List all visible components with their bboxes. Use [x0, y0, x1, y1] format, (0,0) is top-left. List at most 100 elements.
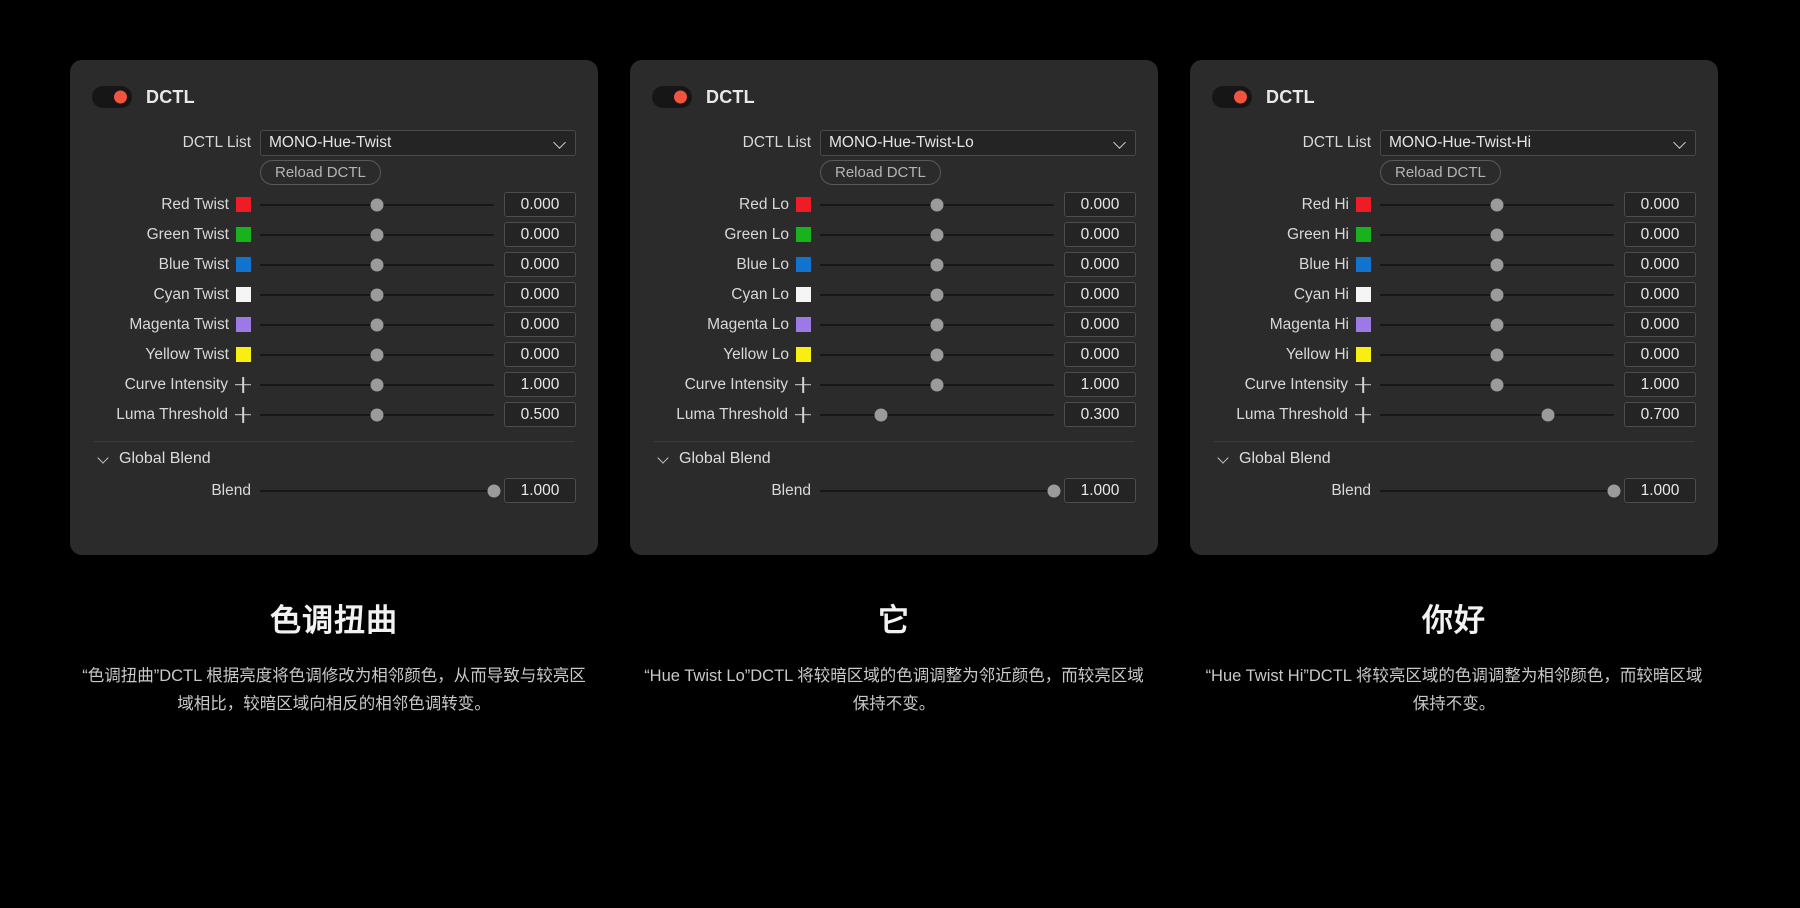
slider-thumb[interactable] — [930, 198, 944, 211]
slider-thumb[interactable] — [930, 288, 944, 301]
dctl-enable-toggle[interactable] — [1212, 86, 1252, 108]
color-swatch-icon[interactable] — [1356, 257, 1371, 272]
parameter-value-field[interactable]: 0.000 — [504, 282, 576, 307]
parameter-value-field[interactable]: 0.000 — [1064, 282, 1136, 307]
blend-value-field[interactable]: 1.000 — [1624, 478, 1696, 503]
keyframe-plus-icon[interactable] — [235, 407, 251, 423]
slider-thumb[interactable] — [930, 348, 944, 361]
slider-thumb[interactable] — [1490, 228, 1504, 241]
parameter-value-field[interactable]: 0.300 — [1064, 402, 1136, 427]
slider-thumb[interactable] — [370, 198, 384, 211]
parameter-slider[interactable] — [260, 403, 494, 427]
parameter-value-field[interactable]: 0.000 — [504, 192, 576, 217]
dctl-enable-toggle[interactable] — [652, 86, 692, 108]
color-swatch-icon[interactable] — [236, 287, 251, 302]
parameter-slider[interactable] — [1380, 253, 1614, 277]
parameter-slider[interactable] — [820, 343, 1054, 367]
parameter-slider[interactable] — [260, 313, 494, 337]
slider-thumb[interactable] — [930, 318, 944, 331]
blend-value-field[interactable]: 1.000 — [1064, 478, 1136, 503]
slider-thumb[interactable] — [1490, 258, 1504, 271]
parameter-slider[interactable] — [1380, 193, 1614, 217]
blend-slider[interactable] — [1380, 479, 1621, 503]
parameter-value-field[interactable]: 0.000 — [1624, 192, 1696, 217]
dctl-list-dropdown[interactable]: MONO-Hue-Twist-Hi — [1380, 129, 1696, 156]
parameter-slider[interactable] — [820, 193, 1054, 217]
parameter-value-field[interactable]: 0.000 — [504, 312, 576, 337]
slider-thumb[interactable] — [930, 228, 944, 241]
slider-thumb[interactable] — [1490, 318, 1504, 331]
parameter-slider[interactable] — [260, 283, 494, 307]
parameter-value-field[interactable]: 0.000 — [1064, 312, 1136, 337]
slider-thumb[interactable] — [1607, 484, 1621, 497]
keyframe-plus-icon[interactable] — [1355, 407, 1371, 423]
parameter-value-field[interactable]: 0.700 — [1624, 402, 1696, 427]
parameter-value-field[interactable]: 1.000 — [1624, 372, 1696, 397]
slider-thumb[interactable] — [370, 288, 384, 301]
parameter-slider[interactable] — [260, 343, 494, 367]
reload-dctl-button[interactable]: Reload DCTL — [260, 160, 381, 185]
parameter-slider[interactable] — [820, 283, 1054, 307]
keyframe-plus-icon[interactable] — [795, 407, 811, 423]
parameter-value-field[interactable]: 0.500 — [504, 402, 576, 427]
parameter-slider[interactable] — [1380, 403, 1614, 427]
global-blend-section-header[interactable]: Global Blend — [1212, 442, 1696, 476]
blend-slider[interactable] — [260, 479, 501, 503]
slider-thumb[interactable] — [1490, 288, 1504, 301]
slider-thumb[interactable] — [1490, 198, 1504, 211]
keyframe-plus-icon[interactable] — [1355, 377, 1371, 393]
slider-thumb[interactable] — [370, 318, 384, 331]
parameter-value-field[interactable]: 0.000 — [1624, 252, 1696, 277]
parameter-slider[interactable] — [820, 373, 1054, 397]
slider-thumb[interactable] — [1490, 378, 1504, 391]
color-swatch-icon[interactable] — [1356, 317, 1371, 332]
global-blend-section-header[interactable]: Global Blend — [652, 442, 1136, 476]
parameter-value-field[interactable]: 0.000 — [1064, 252, 1136, 277]
slider-thumb[interactable] — [930, 378, 944, 391]
slider-thumb[interactable] — [370, 378, 384, 391]
parameter-slider[interactable] — [820, 313, 1054, 337]
slider-thumb[interactable] — [487, 484, 501, 497]
parameter-slider[interactable] — [820, 403, 1054, 427]
slider-thumb[interactable] — [1047, 484, 1061, 497]
color-swatch-icon[interactable] — [236, 317, 251, 332]
parameter-slider[interactable] — [260, 253, 494, 277]
color-swatch-icon[interactable] — [796, 347, 811, 362]
color-swatch-icon[interactable] — [796, 197, 811, 212]
slider-thumb[interactable] — [874, 408, 888, 421]
parameter-value-field[interactable]: 0.000 — [1624, 282, 1696, 307]
color-swatch-icon[interactable] — [236, 257, 251, 272]
parameter-value-field[interactable]: 0.000 — [1064, 222, 1136, 247]
slider-thumb[interactable] — [370, 408, 384, 421]
color-swatch-icon[interactable] — [1356, 227, 1371, 242]
parameter-slider[interactable] — [1380, 343, 1614, 367]
color-swatch-icon[interactable] — [236, 227, 251, 242]
slider-thumb[interactable] — [370, 348, 384, 361]
color-swatch-icon[interactable] — [1356, 287, 1371, 302]
parameter-slider[interactable] — [260, 373, 494, 397]
parameter-slider[interactable] — [1380, 313, 1614, 337]
parameter-value-field[interactable]: 0.000 — [504, 252, 576, 277]
parameter-slider[interactable] — [1380, 223, 1614, 247]
parameter-value-field[interactable]: 1.000 — [504, 372, 576, 397]
color-swatch-icon[interactable] — [236, 347, 251, 362]
color-swatch-icon[interactable] — [796, 257, 811, 272]
parameter-value-field[interactable]: 0.000 — [1064, 342, 1136, 367]
blend-value-field[interactable]: 1.000 — [504, 478, 576, 503]
reload-dctl-button[interactable]: Reload DCTL — [820, 160, 941, 185]
parameter-slider[interactable] — [1380, 283, 1614, 307]
color-swatch-icon[interactable] — [796, 287, 811, 302]
parameter-slider[interactable] — [820, 223, 1054, 247]
color-swatch-icon[interactable] — [236, 197, 251, 212]
dctl-list-dropdown[interactable]: MONO-Hue-Twist-Lo — [820, 129, 1136, 156]
parameter-value-field[interactable]: 0.000 — [1624, 222, 1696, 247]
parameter-value-field[interactable]: 0.000 — [504, 342, 576, 367]
reload-dctl-button[interactable]: Reload DCTL — [1380, 160, 1501, 185]
color-swatch-icon[interactable] — [1356, 197, 1371, 212]
parameter-slider[interactable] — [1380, 373, 1614, 397]
keyframe-plus-icon[interactable] — [235, 377, 251, 393]
color-swatch-icon[interactable] — [796, 227, 811, 242]
dctl-list-dropdown[interactable]: MONO-Hue-Twist — [260, 129, 576, 156]
parameter-value-field[interactable]: 0.000 — [1624, 312, 1696, 337]
blend-slider[interactable] — [820, 479, 1061, 503]
